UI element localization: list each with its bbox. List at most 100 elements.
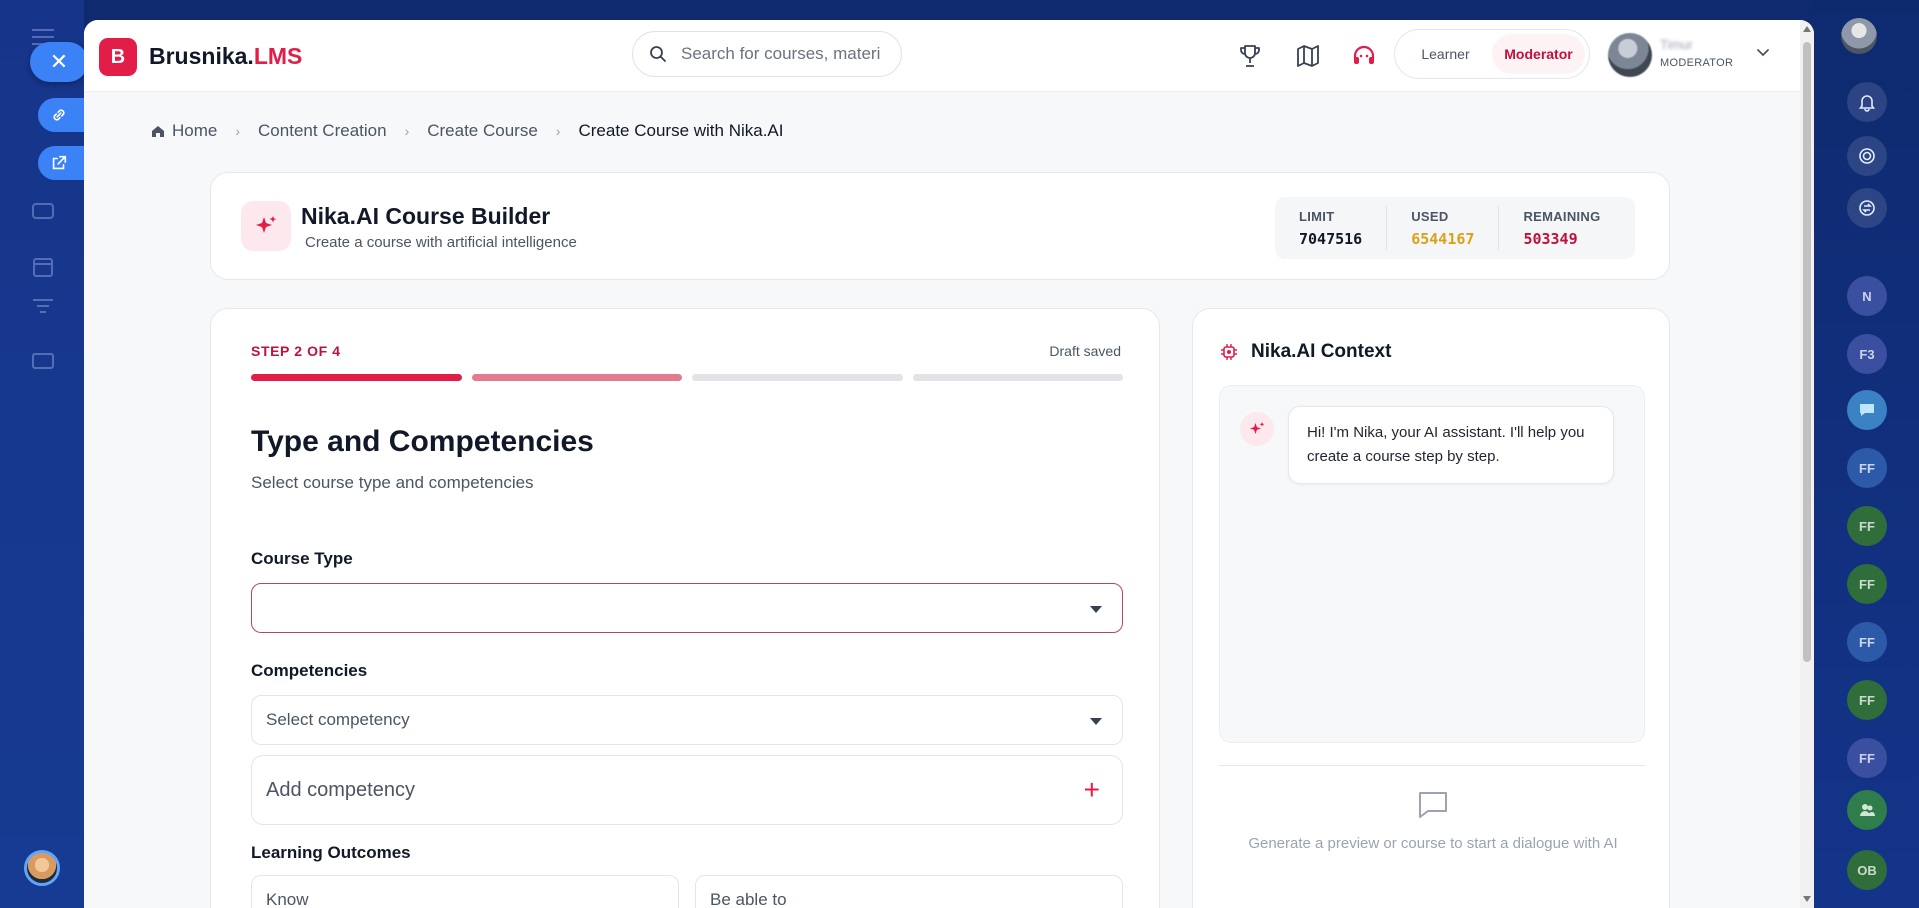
chip-icon (1221, 344, 1237, 360)
form-subtitle: Select course type and competencies (251, 473, 534, 492)
sync-button[interactable] (1847, 188, 1887, 228)
step-form-card: STEP 2 OF 4 Draft saved Type and Compete… (210, 308, 1160, 908)
top-bar: B Brusnika.LMS Learner Moderator Timur M… (84, 20, 1800, 92)
progress-segment-2 (471, 374, 682, 381)
stat-remaining-label: REMAINING (1523, 208, 1601, 224)
open-external-button[interactable] (38, 146, 84, 180)
search-input[interactable] (681, 44, 891, 64)
learning-outcomes-label: Learning Outcomes (251, 843, 411, 862)
rail-chip[interactable]: FF (1847, 448, 1887, 488)
card-icon (30, 350, 56, 372)
form-title: Type and Competencies (251, 425, 594, 458)
builder-header-card: Nika.AI Course Builder Create a course w… (210, 172, 1670, 280)
progress-segment-1 (251, 374, 462, 381)
draft-status: Draft saved (1049, 343, 1121, 359)
breadcrumb-current: Create Course with Nika.AI (578, 121, 784, 140)
competency-select-placeholder: Select competency (266, 710, 410, 729)
course-type-select[interactable] (251, 583, 1123, 633)
user-avatar-bottom[interactable] (24, 850, 60, 886)
progress-segment-4 (912, 374, 1123, 381)
close-icon: ✕ (49, 49, 69, 74)
step-indicator: STEP 2 OF 4 (251, 343, 341, 359)
scroll-down-arrow[interactable] (1803, 896, 1811, 902)
rail-chip[interactable]: FF (1847, 622, 1887, 662)
breadcrumb-content-creation[interactable]: Content Creation (258, 121, 387, 141)
stat-used-value: 6544167 (1411, 229, 1475, 248)
bot-message: Hi! I'm Nika, your AI assistant. I'll he… (1288, 406, 1614, 484)
breadcrumb-separator: › (404, 123, 410, 139)
builder-title: Nika.AI Course Builder (301, 203, 551, 229)
background-left-panel: ✕ (0, 0, 88, 908)
chat-rail-button[interactable] (1847, 390, 1887, 430)
external-link-icon (52, 155, 67, 170)
achievements-button[interactable] (1236, 42, 1264, 70)
scroll-thumb[interactable] (1803, 42, 1811, 662)
ai-badge (241, 201, 291, 251)
filter-icon (30, 296, 56, 318)
rail-chip[interactable]: FF (1847, 680, 1887, 720)
role-learner-button[interactable]: Learner (1399, 34, 1492, 74)
caret-down-icon (1090, 606, 1102, 613)
main-window: B Brusnika.LMS Learner Moderator Timur M… (84, 20, 1814, 908)
sparkles-icon (256, 216, 277, 233)
builder-subtitle: Create a course with artificial intellig… (305, 234, 577, 251)
able-to-input[interactable]: Be able to (695, 875, 1123, 908)
chat-icon (1860, 404, 1874, 416)
map-icon (1297, 45, 1319, 67)
add-competency-button[interactable]: + (1084, 776, 1100, 804)
stat-limit-label: LIMIT (1299, 208, 1335, 224)
scroll-up-arrow[interactable] (1803, 26, 1811, 32)
user-name: Timur (1660, 37, 1693, 52)
rail-chip[interactable]: F3 (1847, 334, 1887, 374)
group-rail-button[interactable] (1847, 790, 1887, 830)
close-panel-button[interactable]: ✕ (30, 42, 88, 82)
logo-mark[interactable]: B (99, 38, 137, 76)
rail-chip[interactable]: FF (1847, 506, 1887, 546)
progress-segment-3 (692, 374, 903, 381)
stat-used-label: USED (1411, 208, 1449, 224)
role-toggle: Learner Moderator (1394, 29, 1590, 79)
target-icon (1859, 148, 1875, 164)
rail-chip[interactable]: FF (1847, 564, 1887, 604)
rail-chip[interactable]: FF (1847, 738, 1887, 778)
calendar-icon (30, 256, 56, 278)
rail-chip[interactable]: OB (1847, 850, 1887, 890)
stat-remaining-value: 503349 (1523, 229, 1578, 248)
search-icon (650, 46, 666, 62)
breadcrumb: Home › Content Creation › Create Course … (150, 116, 784, 146)
role-moderator-button[interactable]: Moderator (1492, 34, 1585, 74)
user-menu[interactable]: Timur MODERATOR (1608, 33, 1778, 77)
stat-limit: LIMIT 7047516 (1275, 206, 1386, 250)
usage-stats: LIMIT 7047516 USED 6544167 REMAINING 503… (1275, 197, 1635, 259)
competency-select[interactable]: Select competency (251, 695, 1123, 745)
page-scrollbar[interactable] (1800, 20, 1814, 908)
know-input[interactable]: Know (251, 875, 679, 908)
support-button[interactable] (1350, 42, 1378, 70)
profile-avatar[interactable] (1841, 18, 1877, 54)
chevron-down-icon (1757, 49, 1769, 57)
notifications-button[interactable] (1847, 82, 1887, 122)
course-type-label: Course Type (251, 549, 353, 568)
target-button[interactable] (1847, 136, 1887, 176)
stat-used: USED 6544167 (1386, 206, 1498, 250)
breadcrumb-home-label: Home (172, 121, 218, 140)
sparkles-icon (1250, 422, 1265, 434)
breadcrumb-separator: › (555, 123, 561, 139)
rail-chip[interactable]: N (1847, 276, 1887, 316)
context-hint: Generate a preview or course to start a … (1248, 835, 1618, 852)
breadcrumb-create-course[interactable]: Create Course (427, 121, 538, 141)
map-button[interactable] (1294, 42, 1322, 70)
app-logo[interactable]: Brusnika.LMS (149, 43, 302, 70)
search-box[interactable] (632, 31, 902, 77)
user-role: MODERATOR (1660, 57, 1734, 69)
link-button[interactable] (38, 98, 84, 132)
stat-limit-value: 7047516 (1299, 229, 1363, 248)
user-avatar (1608, 33, 1652, 77)
app-name: Brusnika. (149, 43, 254, 69)
home-icon (152, 126, 164, 137)
context-divider (1219, 765, 1645, 766)
stat-remaining: REMAINING 503349 (1498, 206, 1624, 250)
breadcrumb-home[interactable]: Home (150, 121, 217, 141)
add-competency-input[interactable]: Add competency + (251, 755, 1123, 825)
bot-avatar (1240, 412, 1274, 446)
